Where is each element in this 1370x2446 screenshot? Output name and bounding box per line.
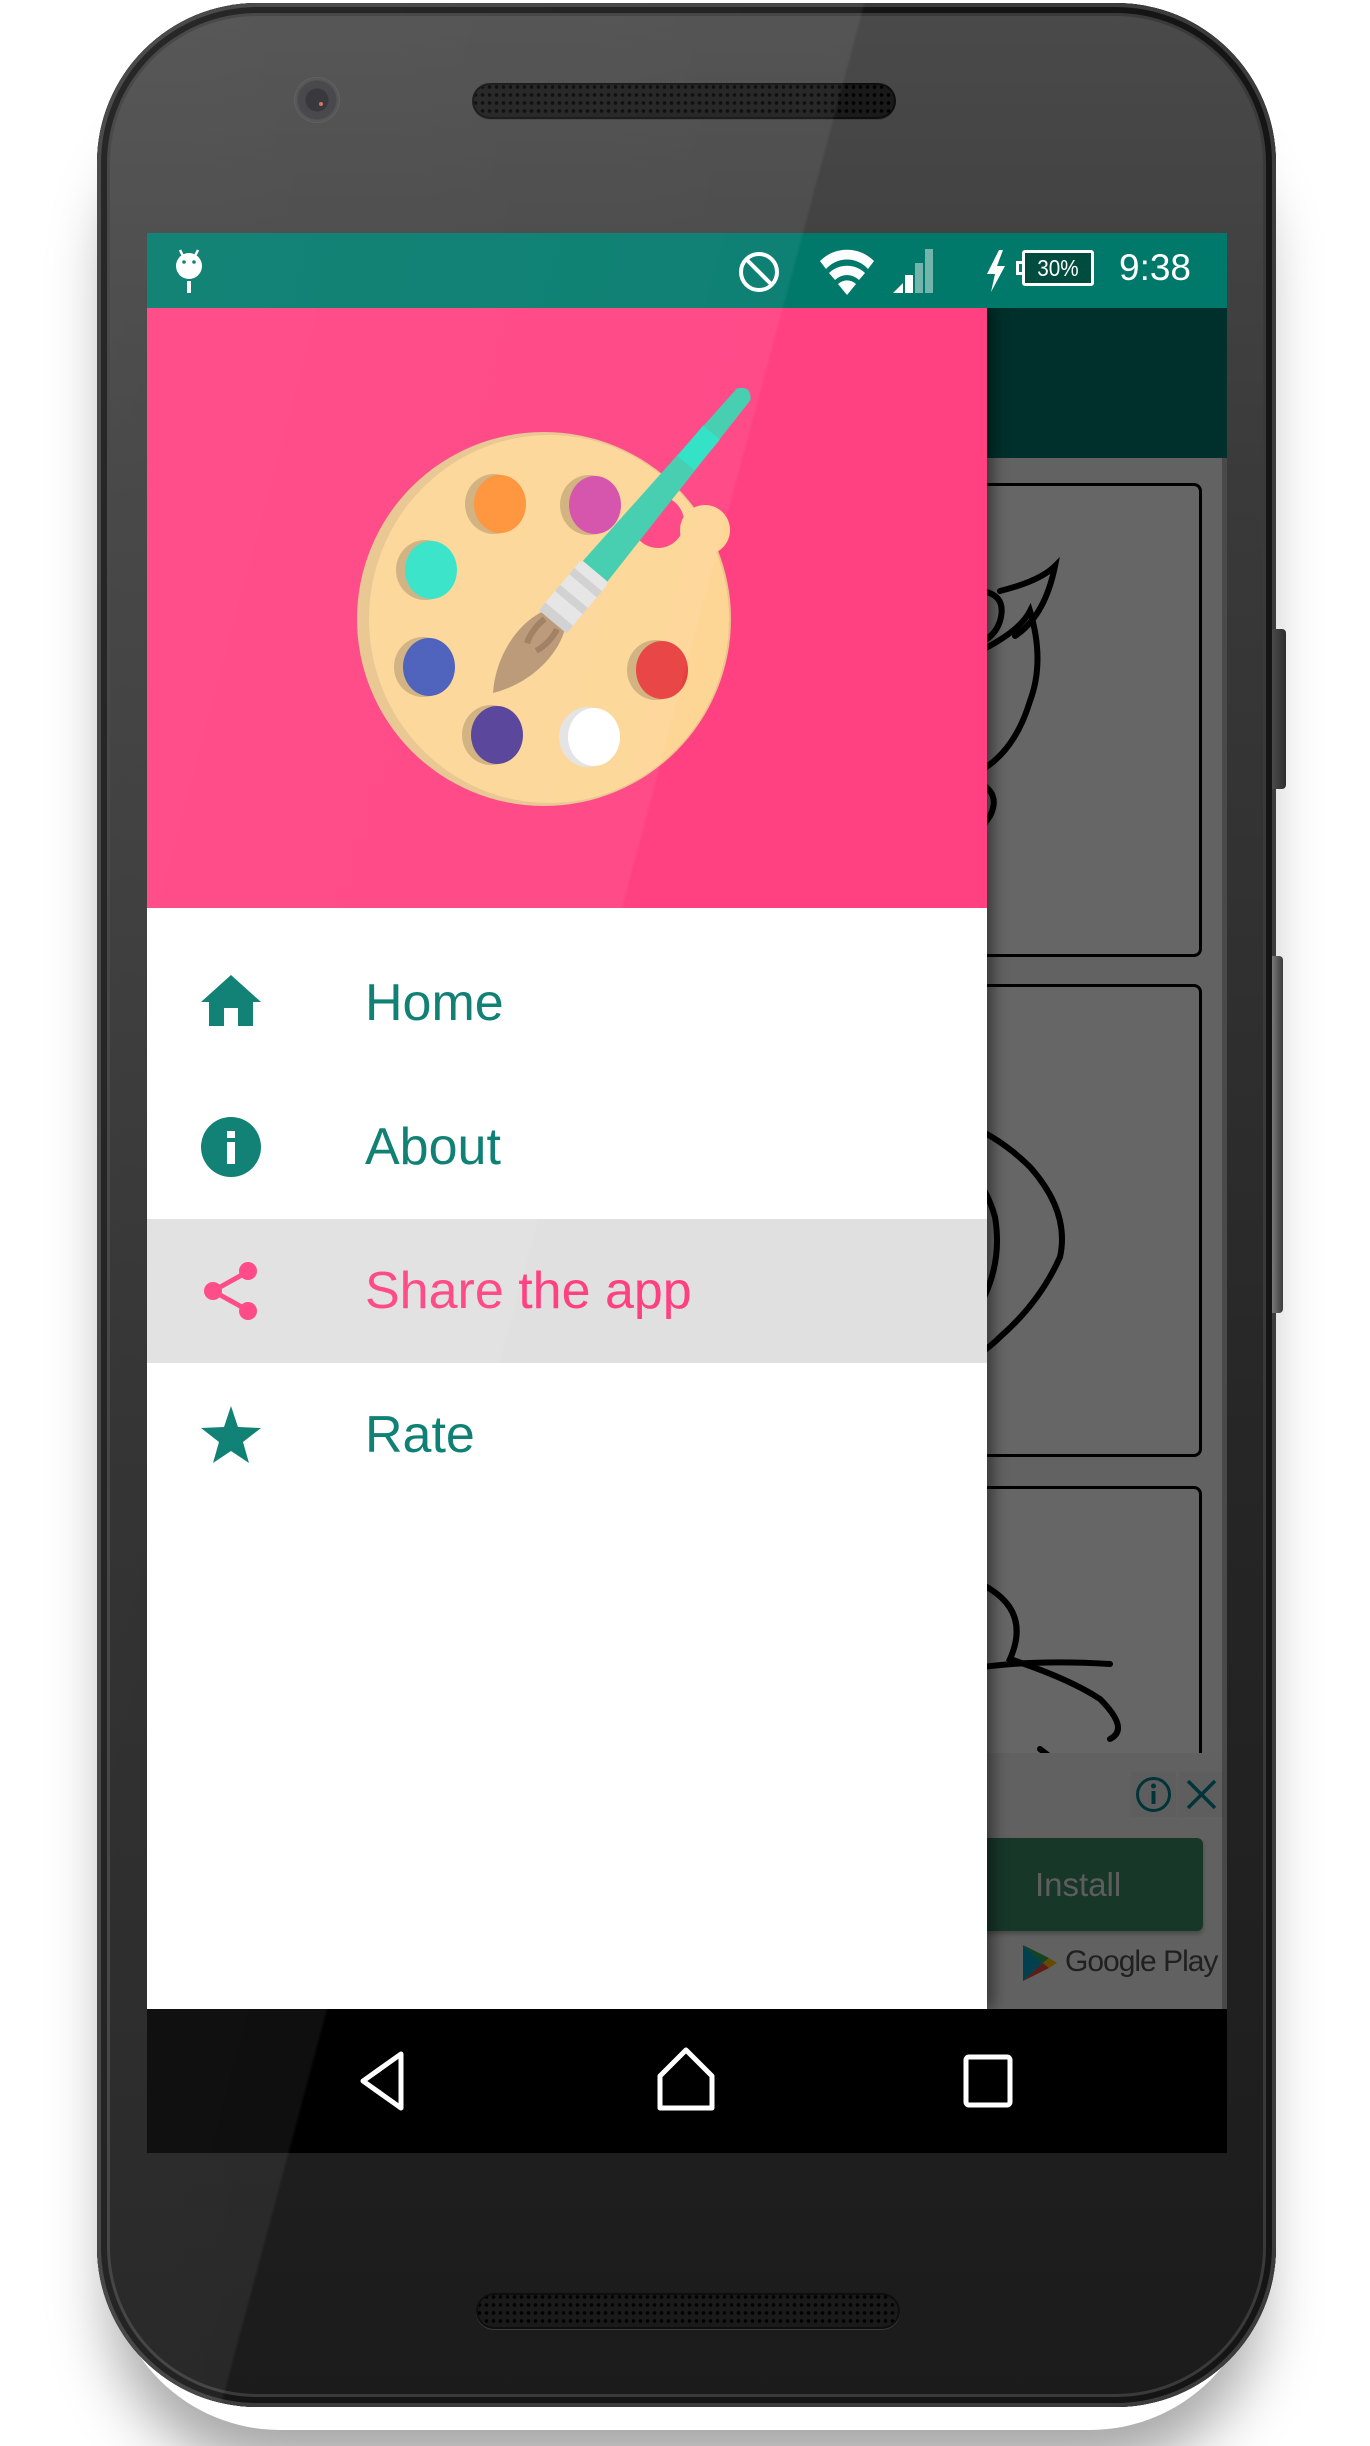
- paint-blue: [403, 638, 455, 696]
- bottom-speaker: [476, 2293, 900, 2329]
- paint-red: [636, 641, 688, 699]
- home-nav-icon: [657, 2047, 715, 2111]
- status-time: 9:38: [1119, 247, 1192, 288]
- android-debug-icon: [176, 249, 202, 293]
- paint-purple: [471, 706, 523, 764]
- drawer-item-label: Rate: [365, 1406, 475, 1464]
- paint-orange: [474, 475, 526, 533]
- drawer-item-label: Share the app: [365, 1262, 692, 1320]
- drawer-menu: Home About Share the app Rate: [147, 931, 987, 1507]
- charging-bolt-icon: [987, 250, 1005, 292]
- battery-percent: 30%: [1037, 255, 1079, 281]
- drawer-item-label: Home: [365, 974, 504, 1032]
- paint-teal: [405, 541, 457, 599]
- content-edge: [1222, 458, 1227, 2009]
- status-bar: 30% 9:38: [147, 233, 1227, 308]
- do-not-disturb-icon: [739, 252, 779, 292]
- paint-palette-logo: [357, 387, 751, 806]
- wifi-icon: [820, 249, 874, 295]
- front-camera: [295, 78, 339, 122]
- nav-back-button[interactable]: [340, 2036, 430, 2126]
- drawer-item-label: About: [365, 1118, 501, 1176]
- drawer-item-rate[interactable]: Rate: [147, 1363, 987, 1507]
- volume-rocker[interactable]: [1272, 956, 1283, 1313]
- home-icon: [201, 975, 261, 1026]
- nav-home-button[interactable]: [641, 2036, 731, 2126]
- drawer-item-share[interactable]: Share the app: [147, 1219, 987, 1363]
- drawer-item-home[interactable]: Home: [147, 931, 987, 1075]
- recents-icon: [963, 2054, 1013, 2108]
- navigation-drawer: Home About Share the app Rate: [147, 308, 987, 2009]
- drawer-item-about[interactable]: About: [147, 1075, 987, 1219]
- paint-white: [568, 708, 620, 766]
- info-icon: [201, 1117, 261, 1177]
- system-navigation-bar: [147, 2009, 1227, 2153]
- back-icon: [360, 2051, 404, 2111]
- cellular-signal-icon: [893, 249, 933, 293]
- drawer-header: [147, 308, 987, 908]
- paint-magenta: [569, 476, 621, 534]
- power-button[interactable]: [1272, 629, 1286, 789]
- share-icon: [204, 1262, 257, 1320]
- earpiece-speaker: [472, 83, 896, 119]
- star-icon: [201, 1406, 261, 1463]
- device-screen: 30% 9:38 Home About Share the app Rate: [147, 233, 1227, 2153]
- nav-recents-button[interactable]: [942, 2036, 1032, 2126]
- battery-icon: 30%: [1016, 250, 1094, 286]
